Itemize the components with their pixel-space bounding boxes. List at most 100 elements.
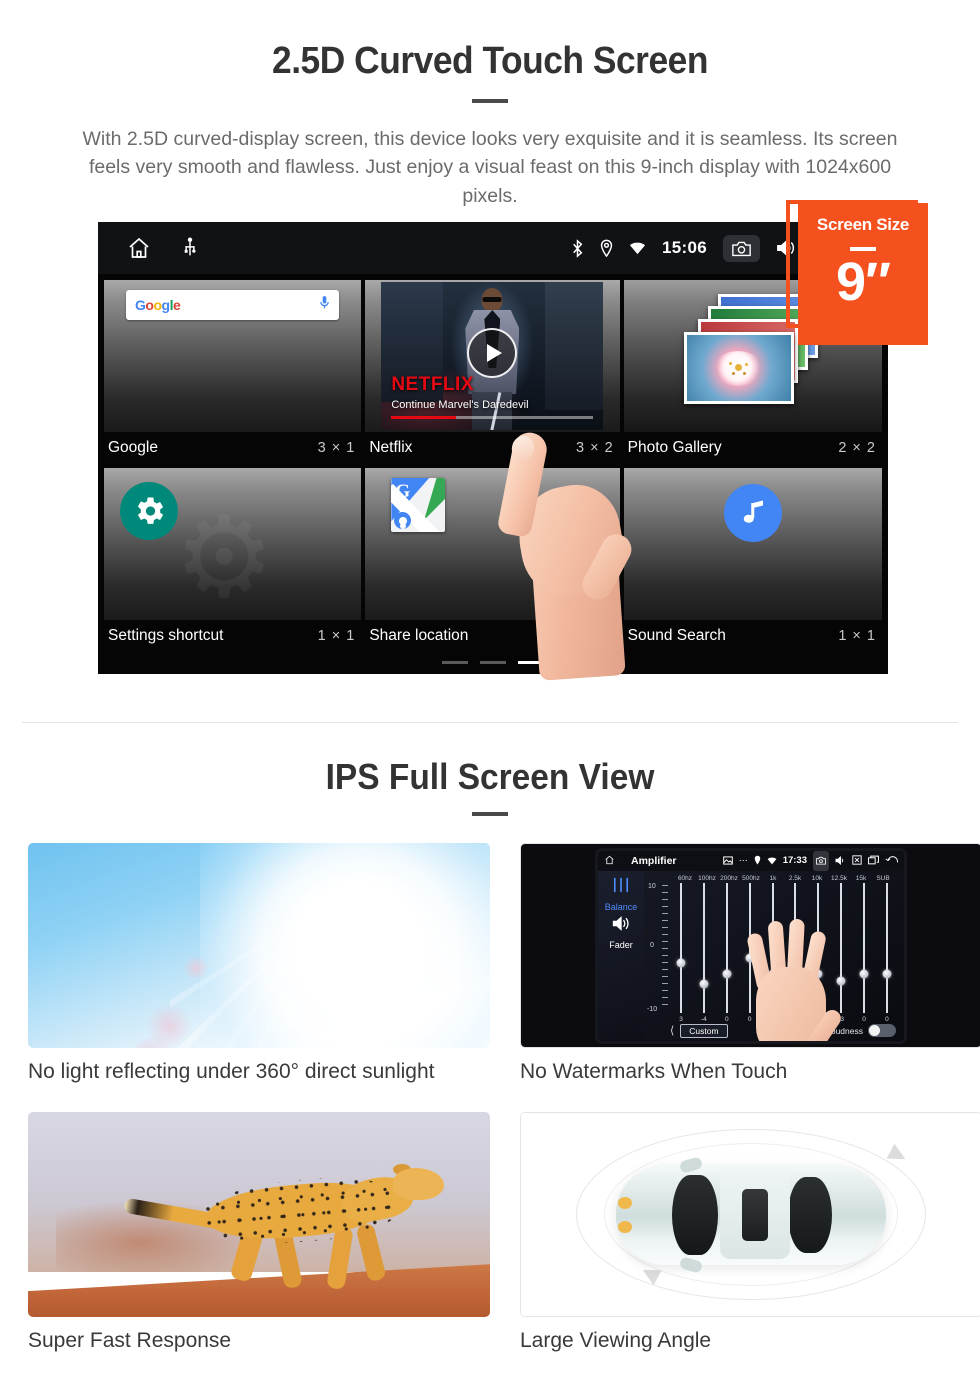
page-dot-3[interactable] — [518, 661, 544, 664]
gallery-icon[interactable] — [722, 852, 733, 870]
band-label: 1k — [769, 874, 777, 882]
google-maps-icon: G — [391, 478, 446, 532]
loudness-toggle[interactable] — [868, 1024, 896, 1037]
home-icon[interactable] — [604, 852, 615, 870]
mic-icon[interactable] — [319, 295, 330, 315]
equalizer-slider[interactable] — [670, 882, 692, 1013]
equalizer-slider[interactable] — [716, 882, 738, 1013]
play-icon[interactable] — [467, 328, 518, 378]
car-headlight-left — [618, 1196, 632, 1209]
widget-sound-search[interactable]: Sound Search 1 × 1 — [623, 468, 882, 656]
screen-size-value: 9″ — [836, 252, 891, 312]
amplifier-side-nav: Balance Fader — [598, 870, 644, 1041]
band-label: 500hz — [742, 874, 760, 882]
widget-name: Google — [108, 439, 158, 456]
netflix-brand: NETFLIX — [391, 374, 474, 395]
feature-card-grid: No light reflecting under 360° direct su… — [0, 843, 980, 1353]
widget-settings-label-row: Settings shortcut 1 × 1 — [104, 620, 361, 656]
google-search-bar[interactable]: Google — [126, 290, 340, 320]
feature-card-viewing-angle: ▶ ▶ Large Viewing Angle — [520, 1112, 980, 1353]
usb-icon[interactable] — [182, 237, 198, 259]
band-label: 15k — [855, 874, 867, 882]
running-cheetah-photo — [28, 1112, 490, 1317]
character-sunglasses — [482, 297, 502, 302]
home-icon[interactable] — [126, 236, 152, 260]
scale-min: -10 — [647, 1005, 658, 1013]
cheetah-head — [392, 1167, 445, 1200]
amplifier-device: Amplifier ⋯ 17:33 Balance Fader 60hz 100… — [598, 850, 904, 1041]
equalizer-slider[interactable] — [853, 882, 875, 1013]
feature-caption: No light reflecting under 360° direct su… — [28, 1060, 435, 1083]
camera-icon[interactable] — [723, 234, 760, 262]
tablet-mock: 15:06 Google Google 3 × 1 NETFLIX Contin… — [98, 222, 888, 681]
sun-glow — [200, 843, 490, 1048]
car-scene: ▶ ▶ — [521, 1113, 980, 1316]
netflix-progress-bar — [391, 416, 594, 419]
section2-title-rule — [472, 812, 508, 816]
widget-picker-grid: Google Google 3 × 1 NETFLIX Continue Mar… — [98, 274, 888, 656]
band-label: 10k — [811, 874, 823, 882]
feature-card-fast-response: Super Fast Response — [28, 1112, 490, 1353]
location-icon[interactable] — [600, 239, 613, 257]
preset-button[interactable]: Custom — [680, 1023, 728, 1038]
speaker-icon[interactable] — [611, 915, 631, 936]
status-bar-time: 15:06 — [662, 238, 707, 257]
widget-share-location[interactable]: G Share location 1 × 1 — [365, 468, 620, 656]
equalizer-slider[interactable] — [693, 882, 715, 1013]
recents-icon[interactable] — [868, 852, 879, 870]
wifi-icon[interactable] — [767, 852, 777, 870]
more-icon[interactable]: ⋯ — [739, 855, 748, 866]
band-label: 2.5k — [788, 874, 802, 882]
wifi-icon[interactable] — [629, 241, 646, 256]
widget-size: 1 × 1 — [576, 628, 614, 644]
amplifier-balance-label[interactable]: Balance — [605, 902, 638, 912]
car-top-view — [616, 1155, 886, 1274]
car-windshield — [672, 1174, 718, 1255]
equalizer-scale: 10 0 -10 — [647, 883, 670, 1013]
band-label: SUB — [876, 874, 890, 882]
tablet-screen: 15:06 Google Google 3 × 1 NETFLIX Contin… — [98, 222, 888, 674]
widget-photo-gallery-label-row: Photo Gallery 2 × 2 — [624, 432, 882, 468]
equalizer-slider[interactable] — [876, 882, 898, 1013]
widget-netflix[interactable]: NETFLIX Continue Marvel's Daredevil Netf… — [365, 280, 620, 468]
camera-icon[interactable] — [813, 850, 829, 871]
page-dot-1[interactable] — [442, 661, 468, 664]
netflix-artwork: NETFLIX Continue Marvel's Daredevil — [381, 282, 604, 430]
scale-mid: 0 — [650, 942, 654, 950]
back-icon[interactable] — [885, 852, 898, 870]
widget-settings-shortcut[interactable]: ⚙ Settings shortcut 1 × 1 — [104, 468, 362, 656]
car-sunroof — [742, 1188, 768, 1241]
band-label: 12.5k — [831, 874, 847, 882]
widget-size: 3 × 1 — [317, 440, 356, 456]
amplifier-screenshot: Amplifier ⋯ 17:33 Balance Fader 60hz 100… — [520, 843, 980, 1048]
widget-size: 1 × 1 — [838, 628, 876, 644]
widget-settings-preview: ⚙ — [104, 468, 362, 620]
sliders-icon[interactable] — [611, 877, 631, 898]
car-top-view-illustration: ▶ ▶ — [520, 1112, 980, 1317]
sunlight-sky-photo — [28, 843, 490, 1048]
close-box-icon[interactable] — [852, 852, 862, 870]
volume-icon[interactable] — [835, 852, 846, 870]
amplifier-time: 17:33 — [782, 855, 807, 866]
feature-caption: No Watermarks When Touch — [520, 1060, 788, 1083]
widget-netflix-label-row: Netflix 3 × 2 — [365, 432, 619, 468]
prev-preset-icon[interactable]: ⟨ — [670, 1024, 674, 1037]
amplifier-body: Balance Fader 60hz 100hz 200hz 500hz 1k … — [598, 870, 904, 1041]
maps-g-letter: G — [395, 481, 411, 502]
widget-google[interactable]: Google Google 3 × 1 — [104, 280, 362, 468]
page-indicator[interactable] — [442, 661, 544, 664]
page-dot-2[interactable] — [480, 661, 506, 664]
netflix-building-right — [545, 282, 604, 410]
band-label: 200hz — [720, 874, 738, 882]
bluetooth-icon[interactable] — [571, 238, 584, 258]
android-status-bar: 15:06 — [98, 222, 888, 274]
widget-google-preview: Google — [104, 280, 362, 432]
amplifier-fader-label[interactable]: Fader — [609, 940, 633, 950]
widget-row-2: ⚙ Settings shortcut 1 × 1 G Share locati… — [104, 468, 882, 656]
screen-size-badge: Screen Size 9″ — [798, 203, 928, 345]
widget-sound-search-preview — [623, 468, 882, 620]
band-label: 60hz — [677, 874, 693, 882]
amplifier-equalizer: 60hz 100hz 200hz 500hz 1k 2.5k 10k 12.5k — [644, 871, 904, 1041]
feature-card-row-1: No light reflecting under 360° direct su… — [0, 843, 980, 1084]
location-icon[interactable] — [754, 852, 761, 870]
